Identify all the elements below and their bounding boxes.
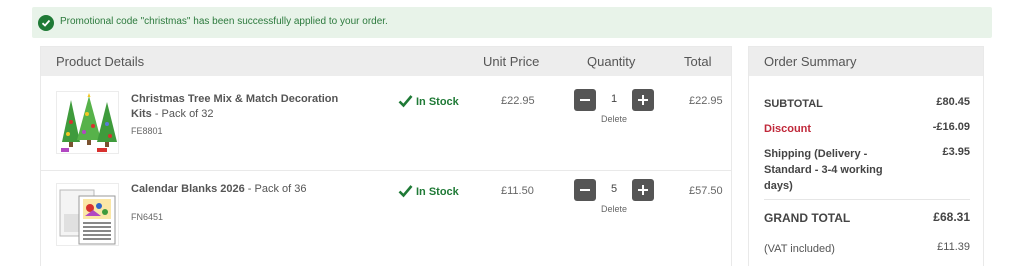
discount-value: -£16.09 [932, 121, 970, 133]
stock-label: In Stock [416, 186, 459, 198]
quantity-stepper: 1 [574, 89, 654, 111]
unit-price: £11.50 [501, 185, 534, 197]
product-image-calendar-blanks[interactable] [56, 183, 119, 246]
product-title[interactable]: Calendar Blanks 2026 [131, 183, 245, 195]
minus-icon [580, 189, 590, 191]
quantity-value[interactable]: 1 [600, 93, 628, 105]
line-total: £22.95 [689, 95, 723, 107]
header-quantity: Quantity [587, 54, 636, 69]
cart-table: Product Details Unit Price Quantity Tota… [40, 46, 732, 266]
discount-label: Discount [764, 123, 812, 135]
header-unit-price: Unit Price [483, 54, 540, 69]
promo-success-banner: Promotional code "christmas" has been su… [32, 7, 992, 38]
order-summary-panel: Order Summary SUBTOTAL £80.45 Discount -… [748, 46, 984, 266]
increase-quantity-button[interactable] [632, 179, 654, 201]
summary-divider [764, 199, 970, 200]
checkmark-icon [398, 185, 413, 198]
product-sku: FE8801 [131, 126, 163, 136]
order-summary-title: Order Summary [764, 54, 857, 69]
product-name[interactable]: Calendar Blanks 2026 - Pack of 36 [131, 182, 361, 197]
product-image-christmas-trees[interactable] [56, 91, 119, 154]
stock-label: In Stock [416, 96, 459, 108]
decrease-quantity-button[interactable] [574, 179, 596, 201]
cart-row: Christmas Tree Mix & Match Decoration Ki… [41, 77, 731, 171]
unit-price: £22.95 [501, 95, 535, 107]
increase-quantity-button[interactable] [632, 89, 654, 111]
delete-link[interactable]: Delete [561, 204, 667, 214]
minus-icon [580, 99, 590, 101]
vat-value: £11.39 [937, 241, 970, 253]
grand-total-value: £68.31 [933, 210, 970, 224]
subtotal-label: SUBTOTAL [764, 98, 823, 110]
check-circle-icon [38, 15, 54, 31]
product-pack-size: - Pack of 32 [151, 108, 214, 120]
checkmark-icon [398, 95, 413, 108]
product-name[interactable]: Christmas Tree Mix & Match Decoration Ki… [131, 92, 361, 122]
promo-success-message: Promotional code "christmas" has been su… [60, 16, 388, 27]
header-product-details: Product Details [56, 54, 145, 69]
shipping-label: Shipping (Delivery - Standard - 3-4 work… [764, 148, 883, 192]
decrease-quantity-button[interactable] [574, 89, 596, 111]
cart-row: Calendar Blanks 2026 - Pack of 36 FN6451… [41, 172, 731, 266]
plus-icon [638, 95, 648, 105]
quantity-stepper: 5 [574, 179, 654, 201]
grand-total-label: GRAND TOTAL [764, 211, 851, 225]
product-sku: FN6451 [131, 212, 164, 222]
line-total: £57.50 [689, 185, 723, 197]
vat-label: (VAT included) [764, 243, 835, 255]
product-pack-size: - Pack of 36 [244, 183, 307, 195]
plus-icon [638, 185, 648, 195]
cart-header: Product Details Unit Price Quantity Tota… [41, 47, 731, 76]
delete-link[interactable]: Delete [561, 114, 667, 124]
header-total: Total [684, 54, 712, 69]
quantity-value[interactable]: 5 [600, 183, 628, 195]
shipping-value: £3.95 [942, 146, 970, 158]
subtotal-value: £80.45 [936, 96, 970, 108]
order-summary-header: Order Summary [749, 47, 983, 76]
